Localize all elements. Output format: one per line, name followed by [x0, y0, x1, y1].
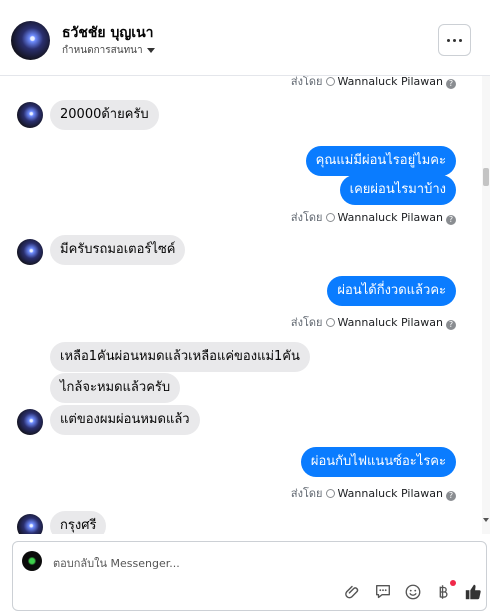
- incoming-message[interactable]: 20000ด้ายครับ: [50, 100, 159, 130]
- attach-icon[interactable]: [343, 582, 363, 602]
- sent-by-line: ส่งโดย Wannaluck Pilawan?: [291, 313, 456, 331]
- reply-composer: ตอบกลับใน Messenger...: [12, 541, 487, 611]
- page-icon: [325, 213, 335, 222]
- emoji-icon[interactable]: [403, 582, 423, 602]
- more-dots-icon: [459, 38, 462, 42]
- sent-by-name: Wannaluck Pilawan: [337, 316, 444, 329]
- saved-reply-icon[interactable]: [373, 582, 393, 602]
- conversation-settings-label: กำหนดการสนทนา: [62, 45, 143, 56]
- scroll-down-arrow-icon[interactable]: [483, 518, 489, 522]
- sent-by-prefix: ส่งโดย: [290, 316, 323, 329]
- incoming-message[interactable]: แต่ของผมผ่อนหมดแล้ว: [50, 405, 200, 435]
- page-avatar: [22, 551, 42, 571]
- page-icon: [325, 489, 335, 498]
- outgoing-message[interactable]: คุณแม่มีผ่อนไรอยู่ไมคะ: [305, 146, 456, 176]
- help-icon[interactable]: ?: [446, 320, 456, 330]
- incoming-message[interactable]: ไกล้จะหมดแล้วครับ: [50, 373, 181, 403]
- conversation-header: ธวัชชัย บุญเนา กำหนดการสนทนา: [0, 0, 490, 76]
- sent-by-prefix: ส่งโดย: [290, 487, 323, 500]
- contact-avatar-small[interactable]: [17, 239, 43, 265]
- notification-dot: [450, 580, 456, 586]
- sent-by-name: Wannaluck Pilawan: [337, 487, 444, 500]
- incoming-message[interactable]: เหลือ1คันผ่อนหมดแล้วเหลือแค่ของแม่1คัน: [50, 342, 310, 372]
- thread-scrollbar[interactable]: [482, 76, 490, 534]
- scrollbar-thumb[interactable]: [483, 168, 489, 186]
- help-icon[interactable]: ?: [446, 79, 456, 89]
- contact-avatar-small[interactable]: [17, 514, 43, 534]
- page-icon: [325, 77, 335, 86]
- sent-by-line: ส่งโดย Wannaluck Pilawan?: [291, 484, 456, 502]
- sent-by-line: ส่งโดย Wannaluck Pilawan?: [291, 76, 456, 90]
- baht-icon[interactable]: [433, 580, 456, 602]
- contact-name[interactable]: ธวัชชัย บุญเนา: [62, 22, 154, 44]
- sent-by-prefix: ส่งโดย: [290, 211, 323, 224]
- help-icon[interactable]: ?: [446, 215, 456, 225]
- page-icon: [325, 318, 335, 327]
- caret-down-icon: [146, 47, 155, 53]
- outgoing-message[interactable]: ผ่อนได้กี่งวดแล้วคะ: [327, 276, 456, 306]
- composer-toolbar: [343, 580, 483, 603]
- more-options-button[interactable]: [438, 24, 471, 56]
- outgoing-message[interactable]: ผ่อนกับไฟแนนซ์อะไรคะ: [300, 447, 456, 477]
- message-thread[interactable]: ส่งโดย Wannaluck Pilawan? 20000ด้ายครับ ค…: [0, 76, 482, 534]
- sent-by-name: Wannaluck Pilawan: [337, 76, 444, 88]
- contact-avatar[interactable]: [11, 21, 50, 60]
- outgoing-message[interactable]: เคยผ่อนไรมาบ้าง: [339, 175, 456, 205]
- conversation-settings[interactable]: กำหนดการสนทนา: [62, 43, 155, 58]
- help-icon[interactable]: ?: [446, 491, 456, 501]
- sent-by-prefix: ส่งโดย: [290, 76, 323, 88]
- more-dots-icon: [447, 38, 450, 42]
- reply-input[interactable]: ตอบกลับใน Messenger...: [53, 554, 180, 572]
- contact-avatar-small[interactable]: [17, 102, 43, 128]
- contact-avatar-small[interactable]: [17, 409, 43, 435]
- incoming-message[interactable]: มีครับรถมอเตอร์ไซค์: [50, 235, 186, 265]
- more-dots-icon: [453, 38, 456, 42]
- incoming-message[interactable]: กรุงศรี: [50, 511, 107, 534]
- sent-by-name: Wannaluck Pilawan: [337, 211, 444, 224]
- sent-by-line: ส่งโดย Wannaluck Pilawan?: [291, 208, 456, 226]
- like-icon[interactable]: [463, 582, 483, 602]
